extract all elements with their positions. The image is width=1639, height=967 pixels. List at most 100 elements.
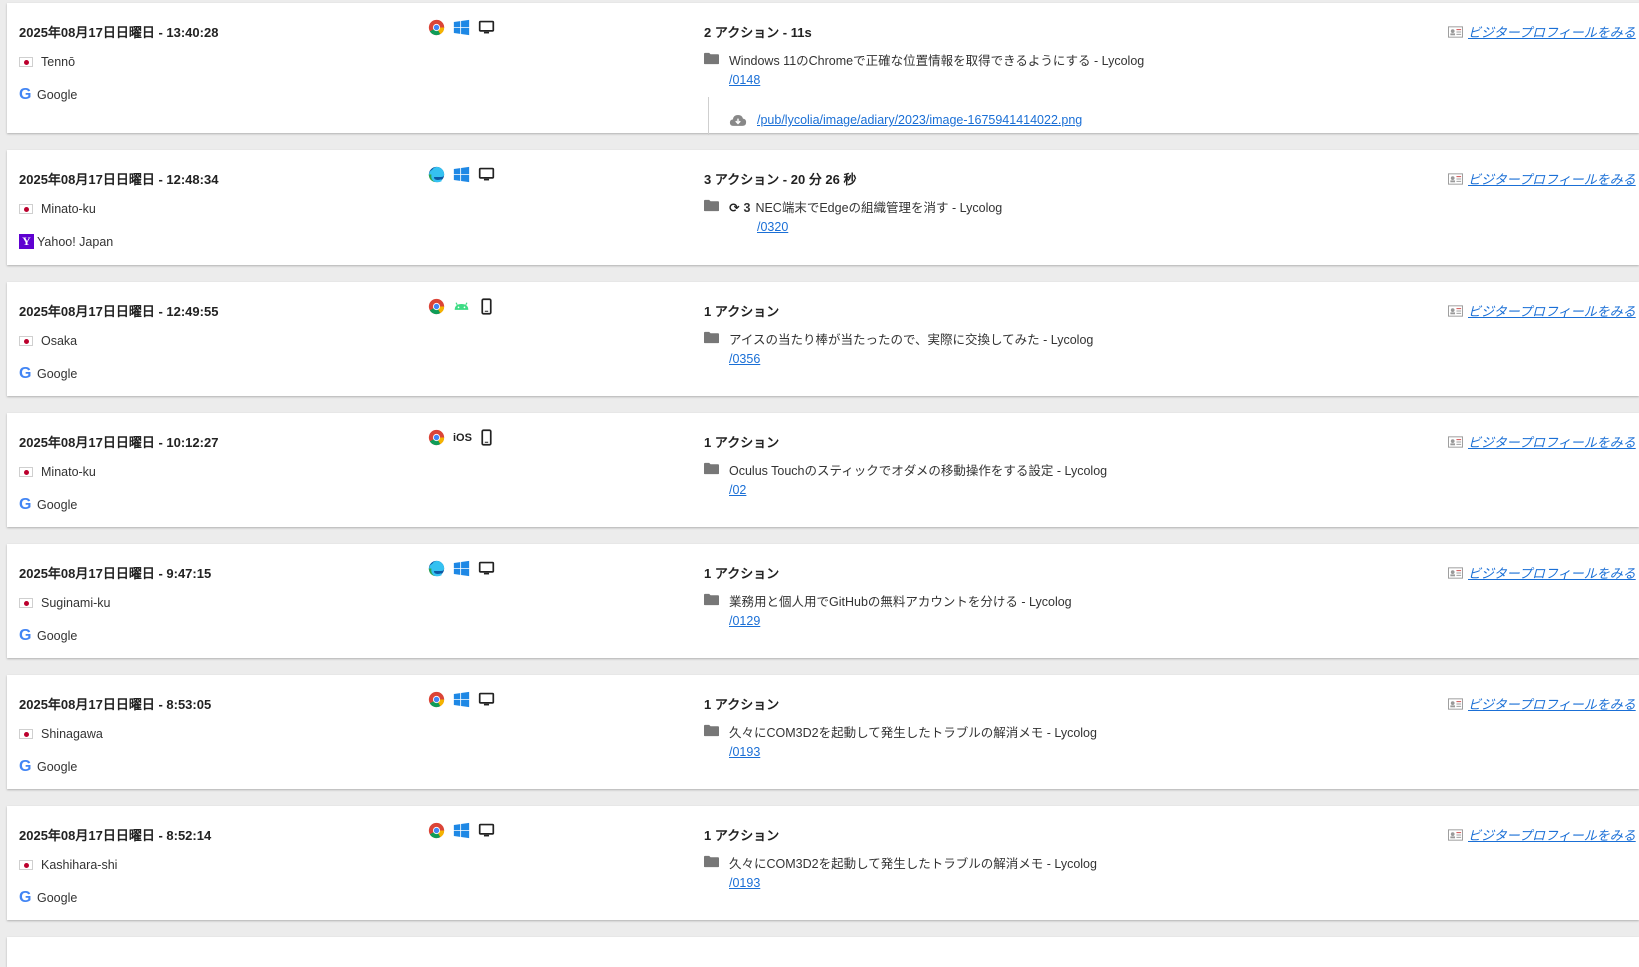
japan-flag-icon: [19, 860, 33, 870]
action-page-link[interactable]: /0320: [757, 220, 1002, 234]
japan-flag-icon: [19, 204, 33, 214]
chrome-icon: [428, 691, 445, 708]
location-label: Minato-ku: [41, 465, 96, 479]
folder-icon: [704, 462, 719, 475]
visitor-profile-link[interactable]: ビジタープロフィールをみる: [1468, 563, 1636, 582]
visitor-profile: ビジタープロフィールをみる: [1448, 563, 1636, 582]
smartphone-icon: [481, 429, 492, 446]
google-icon: G: [19, 86, 32, 103]
visitor-profile-link[interactable]: ビジタープロフィールをみる: [1468, 22, 1636, 41]
action-page-link[interactable]: /0148: [729, 73, 1144, 87]
action-page-link[interactable]: /02: [729, 483, 1107, 497]
google-icon: G: [19, 889, 32, 906]
reload-icon: ⟳: [729, 201, 740, 215]
visit-timestamp: 2025年08月17日日曜日 - 12:48:34: [19, 172, 219, 187]
chrome-icon: [428, 19, 445, 36]
visit-location: Suginami-ku: [19, 596, 110, 610]
folder-icon: [704, 199, 719, 212]
visit-card: 2025年08月17日日曜日 - 10:12:27 Minato-ku G Go…: [7, 413, 1639, 527]
action-page-link[interactable]: /0129: [729, 614, 1072, 628]
action-summary: 2 アクション - 11s: [704, 25, 812, 40]
location-label: Minato-ku: [41, 202, 96, 216]
visit-actions: 1 アクション アイスの当たり棒が当たったので、実際に交換してみた - Lyco…: [704, 301, 1093, 366]
desktop-icon: [478, 20, 495, 34]
windows-icon: [453, 691, 470, 708]
visit-location: Tennō: [19, 55, 75, 69]
visit-timestamp: 2025年08月17日日曜日 - 12:49:55: [19, 304, 219, 319]
visit-card: 2025年08月17日日曜日 - 13:40:28 Tennō G Google: [7, 3, 1639, 135]
location-label: Suginami-ku: [41, 596, 111, 610]
referrer-label: Google: [37, 367, 78, 381]
visit-location: Minato-ku: [19, 465, 96, 479]
referrer-label: Google: [37, 498, 78, 512]
action-summary: 1 アクション: [704, 435, 780, 450]
reload-count: 3: [743, 201, 751, 215]
download-link[interactable]: /pub/lycolia/image/adiary/2023/image-167…: [757, 113, 1082, 127]
action-page-link[interactable]: /0193: [729, 745, 1097, 759]
visitor-profile-icon: [1448, 25, 1463, 38]
referrer-label: Google: [37, 891, 78, 905]
cloud-download-icon: [729, 115, 747, 126]
visit-location: Shinagawa: [19, 727, 103, 741]
visit-actions: 1 アクション 久々にCOM3D2を起動して発生したトラブルの解消メモ - Ly…: [704, 825, 1097, 890]
visitor-profile-link[interactable]: ビジタープロフィールをみる: [1468, 432, 1636, 451]
action-page-title: 久々にCOM3D2を起動して発生したトラブルの解消メモ - Lycolog: [729, 857, 1097, 871]
visit-referrer: Y Yahoo! Japan: [19, 234, 113, 249]
ios-icon: iOS: [453, 431, 472, 444]
visitor-profile: ビジタープロフィールをみる: [1448, 432, 1636, 451]
action-item: ⟳ 3 NEC端末でEdgeの組織管理を消す - Lycolog /0320: [704, 197, 1002, 234]
visitor-profile-icon: [1448, 304, 1463, 317]
referrer-label: Google: [37, 760, 78, 774]
download-item: /pub/lycolia/image/adiary/2023/image-167…: [708, 97, 1144, 135]
action-item: Windows 11のChromeで正確な位置情報を取得できるようにする - L…: [704, 50, 1144, 87]
visitor-profile-link[interactable]: ビジタープロフィールをみる: [1468, 301, 1636, 320]
visitor-profile-link[interactable]: ビジタープロフィールをみる: [1468, 169, 1636, 188]
visitor-profile-icon: [1448, 697, 1463, 710]
japan-flag-icon: [19, 57, 33, 67]
folder-icon: [704, 855, 719, 868]
japan-flag-icon: [19, 729, 33, 739]
action-summary: 1 アクション: [704, 304, 780, 319]
action-summary: 3 アクション - 20 分 26 秒: [704, 172, 857, 187]
desktop-icon: [478, 692, 495, 706]
android-icon: [454, 302, 469, 310]
visit-actions: 1 アクション 業務用と個人用でGitHubの無料アカウントを分ける - Lyc…: [704, 563, 1072, 628]
visit-actions: 3 アクション - 20 分 26 秒 ⟳ 3 NEC端末でEdgeの組織管理を消す…: [704, 169, 1002, 234]
desktop-icon: [478, 561, 495, 575]
action-page-link[interactable]: /0356: [729, 352, 1093, 366]
referrer-label: Google: [37, 88, 78, 102]
visitor-profile-link[interactable]: ビジタープロフィールをみる: [1468, 694, 1636, 713]
desktop-icon: [478, 823, 495, 837]
visit-devices: [428, 691, 495, 708]
action-page-title: 久々にCOM3D2を起動して発生したトラブルの解消メモ - Lycolog: [729, 726, 1097, 740]
action-page-link[interactable]: /0193: [729, 876, 1097, 890]
edge-icon: [428, 560, 445, 577]
chrome-icon: [428, 822, 445, 839]
visit-card: 2025年08月17日日曜日 - 8:53:05 Shinagawa G Goo…: [7, 675, 1639, 789]
location-label: Kashihara-shi: [41, 858, 118, 872]
action-summary: 1 アクション: [704, 566, 780, 581]
visit-card-partial: [7, 937, 1639, 967]
google-icon: G: [19, 627, 32, 644]
visitor-profile-icon: [1448, 566, 1463, 579]
visit-location: Osaka: [19, 334, 77, 348]
visitor-profile-link[interactable]: ビジタープロフィールをみる: [1468, 825, 1636, 844]
windows-icon: [453, 822, 470, 839]
action-item: 業務用と個人用でGitHubの無料アカウントを分ける - Lycolog /01…: [704, 591, 1072, 628]
action-page-title-text: NEC端末でEdgeの組織管理を消す - Lycolog: [755, 201, 1003, 215]
windows-icon: [453, 166, 470, 183]
chrome-icon: [428, 429, 445, 446]
visitor-profile: ビジタープロフィールをみる: [1448, 694, 1636, 713]
japan-flag-icon: [19, 336, 33, 346]
windows-icon: [453, 19, 470, 36]
visitor-profile: ビジタープロフィールをみる: [1448, 301, 1636, 320]
visit-timestamp: 2025年08月17日日曜日 - 9:47:15: [19, 566, 212, 581]
visit-devices: [428, 560, 495, 577]
japan-flag-icon: [19, 598, 33, 608]
visit-actions: 2 アクション - 11s Windows 11のChromeで正確な位置情報を…: [704, 22, 1144, 135]
action-page-title: Oculus Touchのスティックでオダメの移動操作をする設定 - Lycol…: [729, 464, 1108, 478]
visitor-profile: ビジタープロフィールをみる: [1448, 825, 1636, 844]
visitor-profile: ビジタープロフィールをみる: [1448, 22, 1636, 41]
action-page-title: アイスの当たり棒が当たったので、実際に交換してみた - Lycolog: [729, 333, 1094, 347]
google-icon: G: [19, 496, 32, 513]
